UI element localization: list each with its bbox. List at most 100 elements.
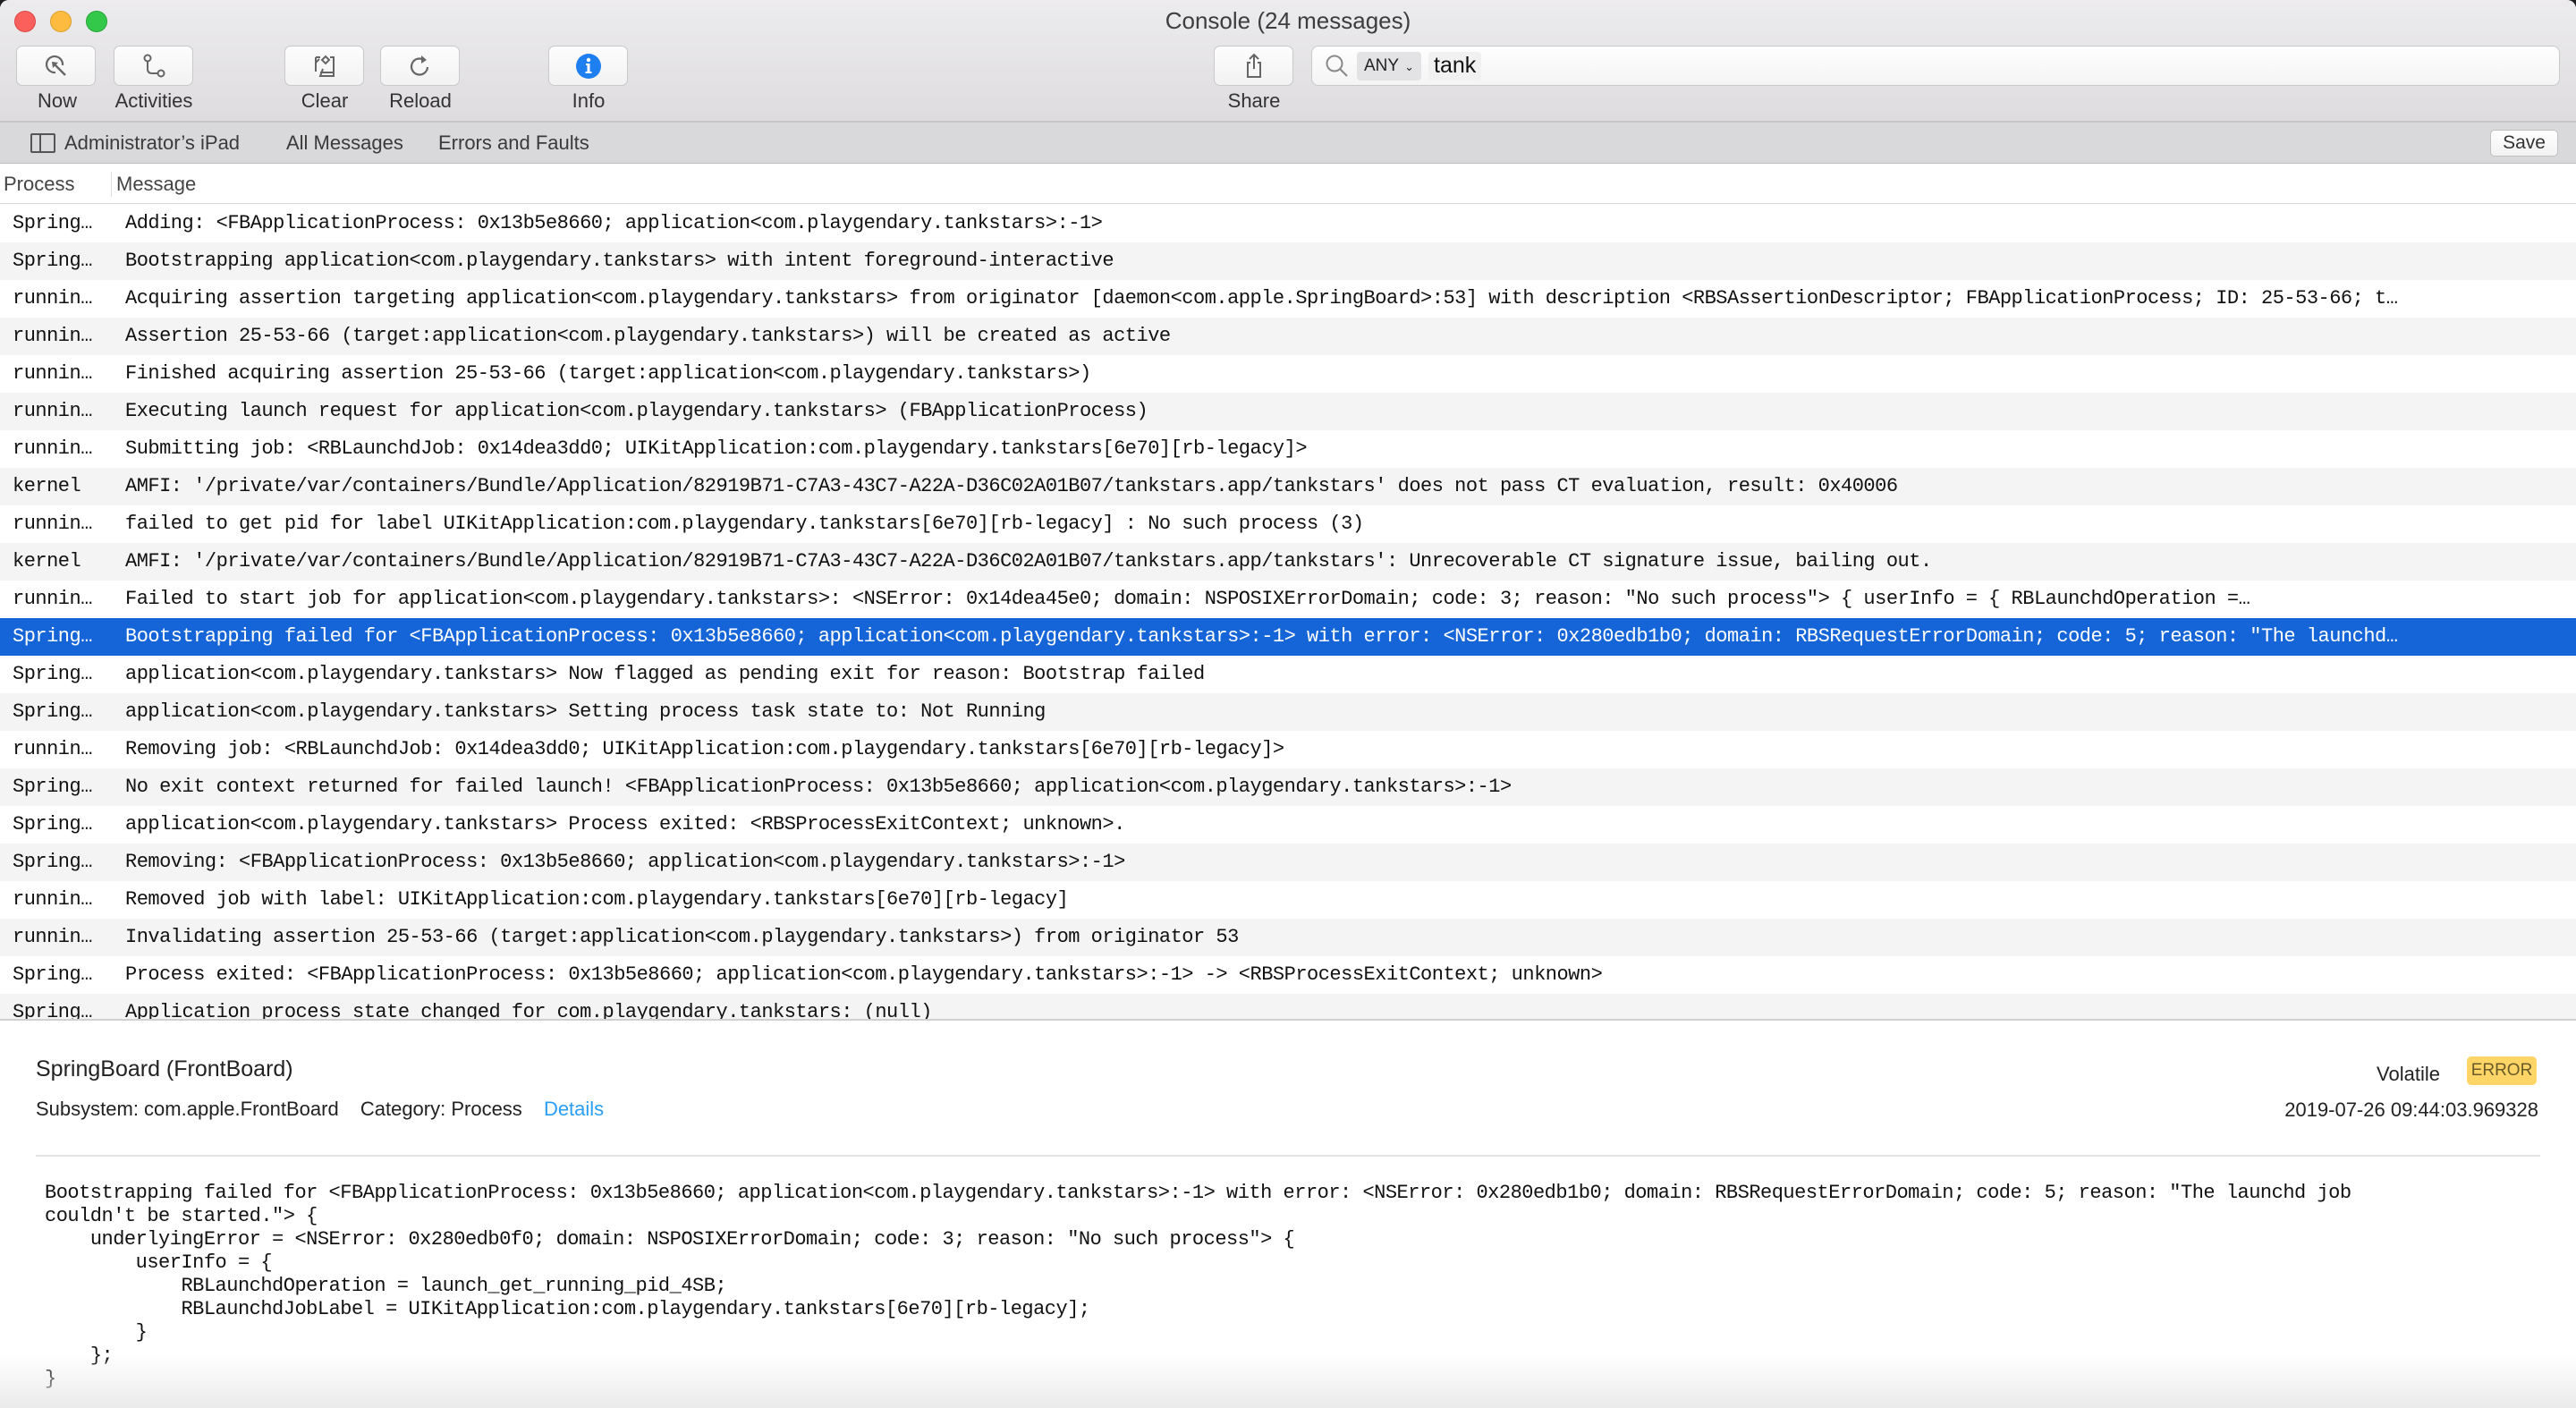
detail-pane: SpringBoard (FrontBoard) Subsystem: com.… [0,1019,2576,1408]
info-icon [575,53,601,79]
log-row-message: No exit context returned for failed laun… [125,776,1512,798]
log-row-process: runnin… [13,888,92,911]
search-field[interactable]: ANY ⌄ tank [1311,46,2560,86]
details-link[interactable]: Details [544,1098,604,1120]
column-header: Process Message [0,165,2576,204]
log-row[interactable]: runnin… Finished acquiring assertion 25-5… [0,355,2576,393]
detail-category: Category: Process [360,1098,522,1120]
log-row-process: runnin… [13,513,92,535]
now-button[interactable] [16,46,96,86]
log-row-message: Submitting job: <RBLaunchdJob: 0x14dea3d… [125,437,1308,460]
log-row-process: kernel [13,475,81,497]
log-row-message: Bootstrapping failed for <FBApplicationP… [125,625,2398,648]
column-process[interactable]: Process [4,165,74,204]
reload-icon [410,55,428,76]
log-row[interactable]: runnin… Acquiring assertion targeting app… [0,280,2576,318]
activities-label: Activities [114,89,193,112]
log-row-process: runnin… [13,362,92,385]
log-row[interactable]: Spring… Bootstrapping application<com.pla… [0,242,2576,280]
log-row-process: Spring… [13,813,92,835]
activities-path-icon [143,54,165,77]
log-row-message: Assertion 25-53-66 (target:application<c… [125,325,1171,347]
clear-button[interactable] [284,46,364,86]
sidebar-toggle-icon[interactable] [30,133,55,153]
log-row[interactable]: runnin… Removed job with label: UIKitAppl… [0,881,2576,919]
console-window: Console (24 messages) Now Activities Cle… [0,0,2576,1408]
search-query-token[interactable]: tank [1428,52,1482,81]
filter-bar: Administrator’s iPad All Messages Errors… [0,123,2576,164]
search-icon [1326,55,1348,77]
detail-process-title: SpringBoard (FrontBoard) [36,1056,293,1081]
log-row-message: application<com.playgendary.tankstars> S… [125,700,1046,723]
save-button[interactable]: Save [2490,130,2558,157]
log-row-message: Invalidating assertion 25-53-66 (target:… [125,926,1239,948]
share-label: Share [1227,89,1281,112]
log-row-process: Spring… [13,851,92,873]
log-row-process: runnin… [13,926,92,948]
log-row-message: Acquiring assertion targeting applicatio… [125,287,2398,310]
log-row-process: Spring… [13,625,92,648]
log-row-message: Bootstrapping application<com.playgendar… [125,250,1114,272]
log-row-process: Spring… [13,1001,92,1019]
log-row-process: runnin… [13,400,92,422]
search-scope-label: ANY [1364,56,1400,75]
log-row-message: Finished acquiring assertion 25-53-66 (t… [125,362,1091,385]
log-row-message: failed to get pid for label UIKitApplica… [125,513,1364,535]
errors-and-faults-filter[interactable]: Errors and Faults [438,123,589,164]
log-row[interactable]: Spring… Bootstrapping failed for <FBAppli… [0,618,2576,656]
log-row-process: Spring… [13,963,92,986]
log-row-process: Spring… [13,776,92,798]
detail-volatile: Volatile [2377,1063,2440,1085]
log-row-message: Process exited: <FBApplicationProcess: 0… [125,963,1603,986]
log-row[interactable]: kernel AMFI: '/private/var/containers/Bun… [0,543,2576,581]
search-scope-token[interactable]: ANY ⌄ [1357,52,1421,81]
window-title: Console (24 messages) [1165,7,1411,34]
log-row-process: Spring… [13,663,92,685]
share-button[interactable] [1214,46,1293,86]
log-row[interactable]: Spring… Removing: <FBApplicationProcess: … [0,844,2576,881]
detail-divider [36,1155,2540,1157]
detail-subsystem: Subsystem: com.apple.FrontBoard [36,1098,339,1120]
log-row-message: AMFI: '/private/var/containers/Bundle/Ap… [125,550,1932,573]
log-row[interactable]: Spring… application<com.playgendary.tanks… [0,806,2576,844]
log-row-message: Adding: <FBApplicationProcess: 0x13b5e86… [125,212,1103,234]
log-row[interactable]: runnin… Failed to start job for applicati… [0,581,2576,618]
log-row[interactable]: runnin… Removing job: <RBLaunchdJob: 0x14… [0,731,2576,768]
share-icon [1246,53,1261,78]
error-level-badge: ERROR [2467,1056,2537,1085]
log-row[interactable]: runnin… Invalidating assertion 25-53-66 (… [0,919,2576,956]
log-row[interactable]: kernel AMFI: '/private/var/containers/Bun… [0,468,2576,505]
log-row-message: application<com.playgendary.tankstars> N… [125,663,1205,685]
log-row[interactable]: runnin… failed to get pid for label UIKit… [0,505,2576,543]
log-row-process: runnin… [13,287,92,310]
log-row-message: Executing launch request for application… [125,400,1148,422]
detail-message-body: Bootstrapping failed for <FBApplicationP… [45,1182,2351,1390]
chevron-down-icon: ⌄ [1404,60,1414,73]
log-row[interactable]: Spring… Process exited: <FBApplicationPro… [0,956,2576,994]
log-row[interactable]: runnin… Assertion 25-53-66 (target:applic… [0,318,2576,355]
detail-timestamp: 2019-07-26 09:44:03.969328 [2284,1098,2538,1121]
column-divider[interactable] [111,172,112,197]
clear-icon [314,55,335,77]
log-row-message: Removing job: <RBLaunchdJob: 0x14dea3dd0… [125,738,1284,760]
log-row-process: runnin… [13,738,92,760]
log-row[interactable]: Spring… application<com.playgendary.tanks… [0,656,2576,693]
log-row[interactable]: runnin… Executing launch request for appl… [0,393,2576,430]
log-row-message: AMFI: '/private/var/containers/Bundle/Ap… [125,475,1898,497]
log-row-message: Application process state changed for co… [125,1001,932,1019]
log-row[interactable]: Spring… Application process state changed… [0,994,2576,1019]
log-row[interactable]: Spring… Adding: <FBApplicationProcess: 0x… [0,205,2576,242]
info-button[interactable] [548,46,628,86]
all-messages-filter[interactable]: All Messages [286,123,403,164]
reload-button[interactable] [380,46,460,86]
log-row[interactable]: Spring… application<com.playgendary.tanks… [0,693,2576,731]
device-name[interactable]: Administrator’s iPad [64,123,240,164]
log-row-message: application<com.playgendary.tankstars> P… [125,813,1125,835]
log-row-process: kernel [13,550,81,573]
log-row[interactable]: Spring… No exit context returned for fail… [0,768,2576,806]
log-row[interactable]: runnin… Submitting job: <RBLaunchdJob: 0x… [0,430,2576,468]
column-message[interactable]: Message [116,165,196,204]
activities-button[interactable] [114,46,193,86]
now-cursor-icon [45,55,66,76]
log-row-process: Spring… [13,212,92,234]
